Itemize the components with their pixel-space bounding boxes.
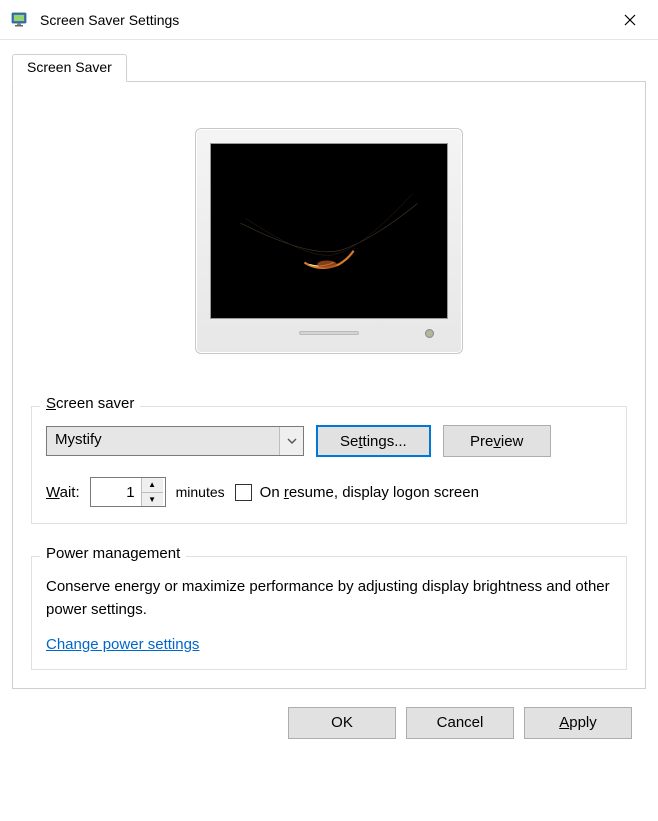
preview-area <box>31 100 627 402</box>
power-group-label: Power management <box>40 545 186 562</box>
wait-label: Wait: <box>46 484 80 501</box>
close-button[interactable] <box>606 0 654 40</box>
settings-button[interactable]: Settings... <box>316 425 431 457</box>
close-icon <box>624 14 636 26</box>
wait-spinner-down[interactable]: ▼ <box>142 493 163 507</box>
app-icon <box>10 10 30 30</box>
screensaver-group: Screen saver Mystify Settings... Preview… <box>31 406 627 524</box>
monitor-preview <box>195 128 463 354</box>
screensaver-dropdown-value: Mystify <box>47 427 279 455</box>
power-description: Conserve energy or maximize performance … <box>46 575 612 622</box>
resume-checkbox-label: On resume, display logon screen <box>260 484 479 501</box>
dialog-buttons: OK Cancel Apply <box>12 689 646 753</box>
monitor-slot <box>299 331 359 335</box>
checkbox-box <box>235 484 252 501</box>
screensaver-preview-screen <box>210 143 448 319</box>
screensaver-group-label: Screen saver <box>40 395 140 412</box>
wait-spinner[interactable]: ▲ ▼ <box>90 477 166 507</box>
apply-button[interactable]: Apply <box>524 707 632 739</box>
titlebar: Screen Saver Settings <box>0 0 658 40</box>
power-group: Power management Conserve energy or maxi… <box>31 556 627 670</box>
wait-input[interactable] <box>91 478 141 506</box>
chevron-down-icon <box>279 427 303 455</box>
change-power-settings-link[interactable]: Change power settings <box>46 636 199 653</box>
preview-button[interactable]: Preview <box>443 425 551 457</box>
resume-checkbox[interactable]: On resume, display logon screen <box>235 484 479 501</box>
ok-button[interactable]: OK <box>288 707 396 739</box>
monitor-led-icon <box>425 329 434 338</box>
window-title: Screen Saver Settings <box>40 12 179 28</box>
screensaver-dropdown[interactable]: Mystify <box>46 426 304 456</box>
cancel-button[interactable]: Cancel <box>406 707 514 739</box>
wait-spinner-up[interactable]: ▲ <box>142 478 163 493</box>
minutes-label: minutes <box>176 484 225 500</box>
tab-panel: Screen saver Mystify Settings... Preview… <box>12 81 646 689</box>
tabstrip: Screen Saver <box>12 54 646 82</box>
tab-screen-saver[interactable]: Screen Saver <box>12 54 127 82</box>
